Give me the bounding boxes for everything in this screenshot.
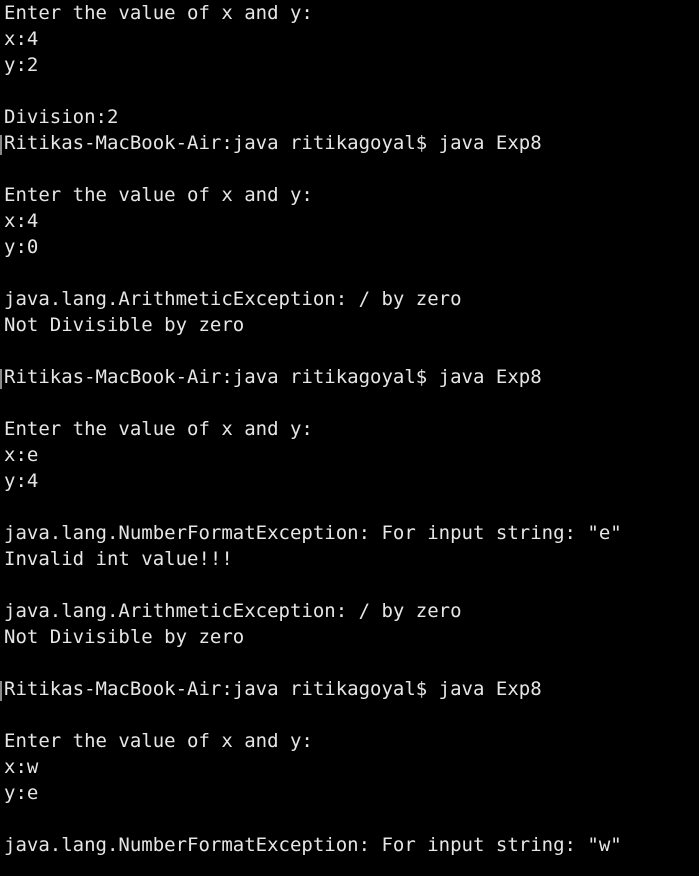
output-line-error-message: Not Divisible by zero — [4, 626, 245, 648]
output-line-prompt-text: Enter the value of x and y: — [4, 730, 313, 752]
output-line-exception: java.lang.NumberFormatException: For inp… — [4, 522, 622, 544]
output-line-error-message: Not Divisible by zero — [4, 314, 245, 336]
prompt-mark-icon — [0, 369, 2, 389]
shell-prompt-line: Ritikas-MacBook-Air:java ritikagoyal$ ja… — [4, 678, 542, 700]
output-line-prompt-text: Enter the value of x and y: — [4, 184, 313, 206]
output-line-error-message: Invalid int value!!! — [4, 548, 233, 570]
output-line-prompt-text: Enter the value of x and y: — [4, 418, 313, 440]
terminal-window[interactable]: Enter the value of x and y: x:4 y:2 Divi… — [0, 0, 699, 876]
output-line-x-input: x:4 — [4, 210, 39, 232]
output-line-y-input: y:e — [4, 782, 39, 804]
output-line-exception: java.lang.ArithmeticException: / by zero — [4, 600, 462, 622]
shell-prompt-line: Ritikas-MacBook-Air:java ritikagoyal$ ja… — [4, 132, 542, 154]
output-line-y-input: y:0 — [4, 236, 39, 258]
output-line-exception: java.lang.ArithmeticException: / by zero — [4, 288, 462, 310]
prompt-mark-icon — [0, 681, 2, 701]
output-line-x-input: x:w — [4, 756, 39, 778]
output-line-y-input: y:4 — [4, 470, 39, 492]
output-line-x-input: x:4 — [4, 28, 39, 50]
shell-prompt-line: Ritikas-MacBook-Air:java ritikagoyal$ ja… — [4, 366, 542, 388]
prompt-mark-icon — [0, 135, 2, 155]
output-line-prompt-text: Enter the value of x and y: — [4, 2, 313, 24]
output-line-exception: java.lang.NumberFormatException: For inp… — [4, 834, 622, 856]
output-line-x-input: x:e — [4, 444, 39, 466]
output-line-division-result: Division:2 — [4, 106, 119, 128]
output-line-y-input: y:2 — [4, 54, 39, 76]
